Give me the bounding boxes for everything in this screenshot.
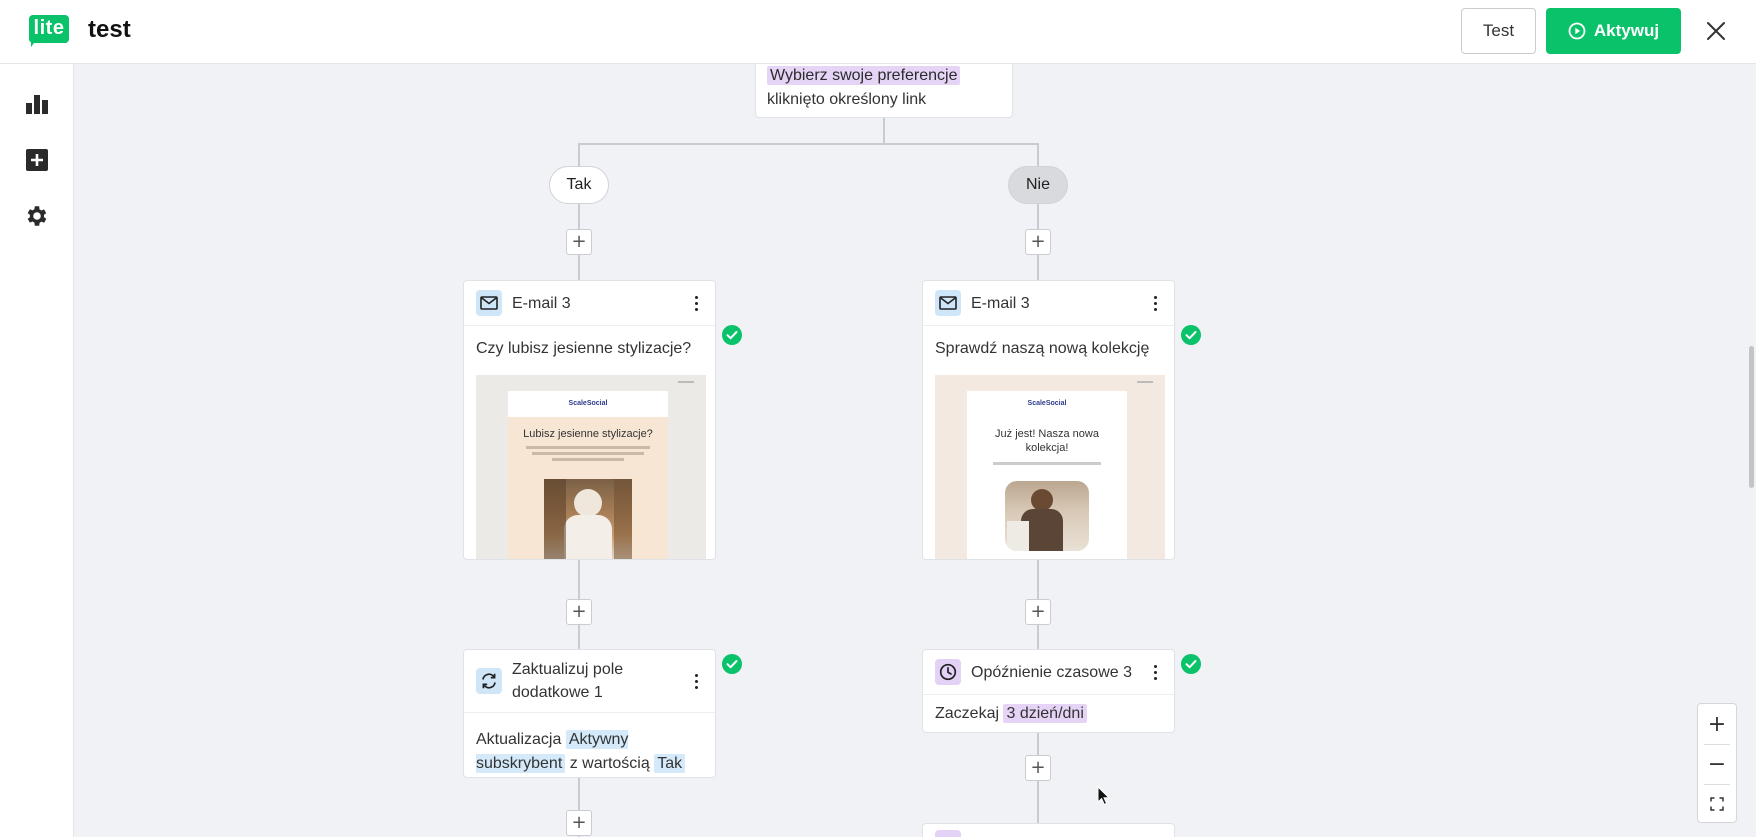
step-icon (935, 830, 961, 837)
clock-icon (939, 663, 957, 681)
add-square-icon (26, 149, 48, 171)
envelope-icon (480, 296, 498, 310)
left-sidebar (0, 64, 74, 837)
branch-no-label: Nie (1008, 166, 1068, 204)
refresh-icon (482, 673, 496, 689)
next-step-card[interactable] (922, 823, 1175, 837)
branch-yes-label: Tak (549, 166, 609, 204)
preview-brand: ScaleSocial (967, 391, 1127, 417)
more-options-icon[interactable] (1148, 661, 1162, 683)
add-step-button[interactable]: + (566, 810, 592, 836)
delay-duration-tag: 3 dzień/dni (1003, 704, 1087, 723)
add-step-button[interactable]: + (566, 229, 592, 255)
fullscreen-icon (1710, 797, 1724, 811)
condition-description: kliknięto określony link (767, 91, 927, 108)
sidebar-item-reports[interactable] (21, 88, 53, 120)
play-circle-icon (1568, 22, 1586, 40)
close-button[interactable] (1698, 13, 1734, 49)
email-preview[interactable]: ScaleSocial Już jest! Nasza nowa kolekcj… (935, 375, 1165, 559)
activate-button[interactable]: Aktywuj (1546, 8, 1681, 54)
more-options-icon[interactable] (1148, 292, 1162, 314)
delay-description: Zaczekaj 3 dzień/dni (935, 704, 1087, 723)
email-card-left[interactable]: E-mail 3 Czy lubisz jesienne stylizacje?… (463, 280, 716, 560)
more-options-icon[interactable] (689, 292, 703, 314)
check-circle-icon (722, 325, 742, 345)
preview-photo (544, 479, 632, 559)
workflow-canvas[interactable]: Wybierz swoje preferencje kliknięto okre… (74, 64, 1756, 837)
check-circle-icon (1181, 325, 1201, 345)
condition-card[interactable]: Wybierz swoje preferencje kliknięto okre… (755, 64, 1013, 118)
update-field-card[interactable]: Zaktualizuj pole dodatkowe 1 Aktualizacj… (463, 649, 716, 778)
email-subject: Sprawdź naszą nową kolekcję (935, 340, 1150, 357)
more-options-icon[interactable] (689, 670, 703, 692)
condition-link-name: Wybierz swoje preferencje (767, 66, 961, 85)
field-value-tag: Tak (654, 754, 686, 773)
add-step-button[interactable]: + (1025, 755, 1051, 781)
test-button[interactable]: Test (1461, 8, 1536, 54)
preview-photo (1005, 481, 1089, 551)
add-step-button[interactable]: + (1025, 229, 1051, 255)
email-card-title: E-mail 3 (512, 294, 571, 312)
top-bar: lite test Test Aktywuj (0, 0, 1756, 64)
email-card-right[interactable]: E-mail 3 Sprawdź naszą nową kolekcję Sca… (922, 280, 1175, 560)
email-preview[interactable]: ScaleSocial Lubisz jesienne stylizacje? (476, 375, 706, 559)
preview-headline: Już jest! Nasza nowa kolekcja! (995, 428, 1099, 454)
update-field-title: Zaktualizuj pole dodatkowe 1 (512, 661, 624, 701)
check-circle-icon (722, 654, 742, 674)
fit-to-screen-button[interactable] (1698, 784, 1736, 824)
zoom-controls: + − (1697, 703, 1737, 823)
zoom-in-button[interactable]: + (1698, 704, 1736, 744)
delay-title: Opóźnienie czasowe 3 (971, 663, 1132, 681)
mouse-cursor-icon (1097, 786, 1111, 806)
preview-headline: Lubisz jesienne stylizacje? (523, 428, 653, 440)
app-logo[interactable]: lite (29, 15, 69, 47)
vertical-scrollbar[interactable] (1749, 346, 1754, 488)
delay-card[interactable]: Opóźnienie czasowe 3 Zaczekaj 3 dzień/dn… (922, 649, 1175, 733)
envelope-icon (939, 296, 957, 310)
sidebar-item-settings[interactable] (21, 200, 53, 232)
add-step-button[interactable]: + (1025, 599, 1051, 625)
close-icon (1707, 22, 1725, 40)
zoom-out-button[interactable]: − (1698, 744, 1736, 784)
activate-button-label: Aktywuj (1593, 21, 1660, 40)
sidebar-item-add-step[interactable] (21, 144, 53, 176)
gear-icon (27, 206, 47, 226)
add-step-button[interactable]: + (566, 599, 592, 625)
update-field-description: Aktualizacja Aktywny subskrybent z warto… (476, 728, 708, 776)
email-subject: Czy lubisz jesienne stylizacje? (476, 340, 692, 357)
bar-chart-icon (26, 95, 48, 114)
preview-brand: ScaleSocial (508, 391, 668, 417)
check-circle-icon (1181, 654, 1201, 674)
automation-title[interactable]: test (88, 16, 131, 44)
email-card-title: E-mail 3 (971, 294, 1030, 312)
